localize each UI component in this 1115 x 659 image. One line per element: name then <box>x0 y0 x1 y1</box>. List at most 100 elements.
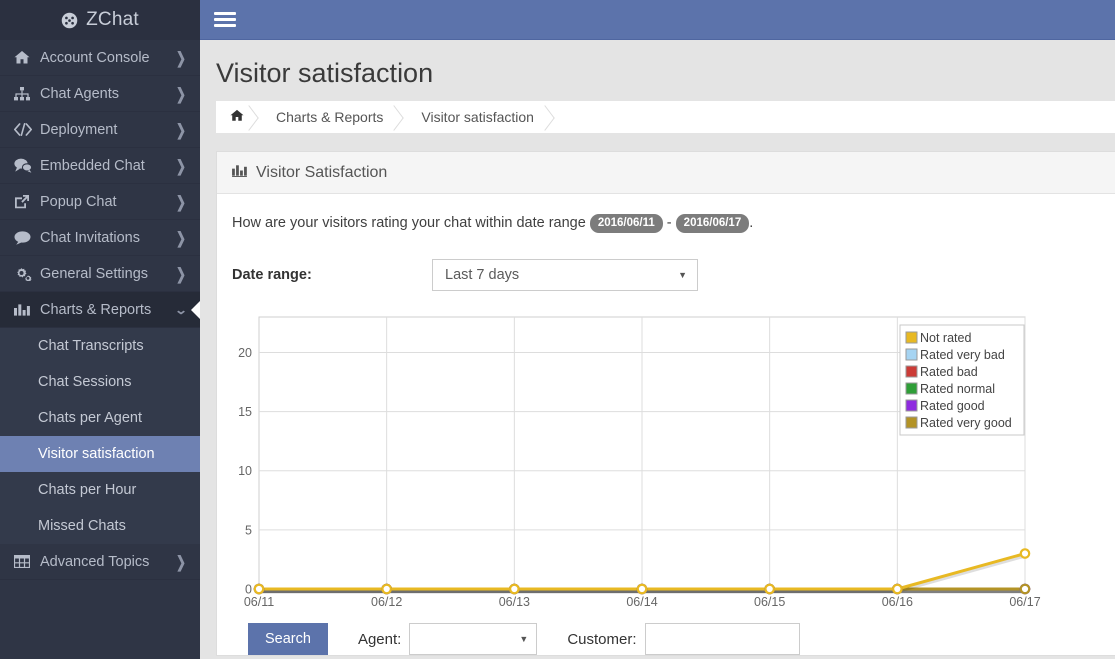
svg-text:Rated bad: Rated bad <box>920 365 978 379</box>
lead-before: How are your visitors rating your chat w… <box>232 215 586 231</box>
svg-text:Rated very good: Rated very good <box>920 416 1012 430</box>
comment-icon <box>14 230 36 245</box>
svg-text:06/13: 06/13 <box>499 595 530 609</box>
sidebar-item-chat-invitations[interactable]: Chat Invitations ❯ <box>0 220 200 256</box>
sidebar-item-popup-chat[interactable]: Popup Chat ❯ <box>0 184 200 220</box>
subnav-label: Visitor satisfaction <box>38 446 155 462</box>
table-icon <box>14 555 36 568</box>
panel-title: Visitor Satisfaction <box>256 163 388 181</box>
lead-text: How are your visitors rating your chat w… <box>232 210 1100 233</box>
svg-text:06/12: 06/12 <box>371 595 402 609</box>
date-range-label: Date range: <box>232 267 312 283</box>
svg-text:20: 20 <box>238 346 252 360</box>
sidebar: ZChat Account Console ❯ Chat Agents ❯ De… <box>0 0 200 659</box>
panel-header: Visitor Satisfaction <box>217 152 1115 194</box>
cogs-icon <box>14 266 36 281</box>
sidebar-item-deployment[interactable]: Deployment ❯ <box>0 112 200 148</box>
sidebar-item-label: Embedded Chat <box>40 157 145 174</box>
chevron-right-icon: ❯ <box>175 84 186 103</box>
subnav-label: Chat Transcripts <box>38 338 144 354</box>
chevron-right-icon: ❯ <box>175 156 186 175</box>
sidebar-item-embedded-chat[interactable]: Embedded Chat ❯ <box>0 148 200 184</box>
date-range-value: Last 7 days <box>445 267 520 283</box>
chevron-right-icon: ❯ <box>175 264 186 283</box>
svg-text:Not rated: Not rated <box>920 331 971 345</box>
sidebar-item-advanced-topics[interactable]: Advanced Topics ❯ <box>0 544 200 580</box>
visitor-satisfaction-chart: 0 5 10 15 20 06/11 06/12 06/13 06/14 06/15 06/16 06… <box>232 313 1100 613</box>
topbar <box>200 0 1115 40</box>
svg-text:06/15: 06/15 <box>754 595 785 609</box>
chevron-down-icon: ▼ <box>519 634 529 644</box>
breadcrumb-item-visitor-satisfaction[interactable]: Visitor satisfaction <box>405 101 556 133</box>
chevron-right-icon: ❯ <box>175 120 186 139</box>
chevron-right-icon: ❯ <box>175 552 186 571</box>
sidebar-item-chats-per-agent[interactable]: Chats per Agent <box>0 400 200 436</box>
sidebar-item-label: Deployment <box>40 121 118 138</box>
panel-body: How are your visitors rating your chat w… <box>217 194 1115 655</box>
hamburger-icon[interactable] <box>214 9 236 30</box>
customer-label: Customer: <box>567 630 637 648</box>
sidebar-submenu-charts-reports: Chat Transcripts Chat Sessions Chats per… <box>0 328 200 544</box>
breadcrumb-home[interactable] <box>216 101 260 133</box>
dashboard-icon <box>61 12 78 29</box>
sidebar-item-chat-agents[interactable]: Chat Agents ❯ <box>0 76 200 112</box>
sidebar-item-label: Chat Invitations <box>40 229 140 246</box>
sidebar-item-chat-transcripts[interactable]: Chat Transcripts <box>0 328 200 364</box>
subnav-label: Chats per Hour <box>38 482 137 498</box>
subnav-label: Chat Sessions <box>38 374 132 390</box>
lead-separator: - <box>666 215 672 231</box>
sidebar-item-label: Account Console <box>40 49 150 66</box>
sidebar-item-label: Charts & Reports <box>40 301 152 318</box>
svg-text:Rated normal: Rated normal <box>920 382 995 396</box>
date-range-select[interactable]: Last 7 days ▼ <box>432 259 698 291</box>
sidebar-item-label: Popup Chat <box>40 193 117 210</box>
app-root: ZChat Account Console ❯ Chat Agents ❯ De… <box>0 0 1115 659</box>
home-icon <box>230 109 244 125</box>
svg-text:15: 15 <box>238 405 252 419</box>
chart-canvas: 0510152006/11 06/12 06/13 06/14 06/15 06/16 06… <box>238 316 1041 609</box>
agent-select[interactable]: ▼ <box>409 623 538 655</box>
subnav-label: Chats per Agent <box>38 410 142 426</box>
sidebar-item-visitor-satisfaction[interactable]: Visitor satisfaction <box>0 436 200 472</box>
svg-text:10: 10 <box>238 464 252 478</box>
bar-chart-icon <box>14 303 36 317</box>
chevron-right-icon: ❯ <box>175 48 186 67</box>
breadcrumb: Charts & Reports Visitor satisfaction <box>216 101 1115 133</box>
breadcrumb-item-charts-reports[interactable]: Charts & Reports <box>260 101 405 133</box>
breadcrumb-label: Charts & Reports <box>276 109 384 125</box>
page-title: Visitor satisfaction <box>216 58 434 88</box>
svg-text:Rated good: Rated good <box>920 399 985 413</box>
code-icon <box>14 123 36 136</box>
brand-name: ZChat <box>86 9 139 30</box>
sidebar-item-label: Advanced Topics <box>40 553 150 570</box>
chevron-down-icon: ⌄ <box>174 302 188 317</box>
date-from-badge: 2016/06/11 <box>589 214 663 233</box>
sidebar-item-missed-chats[interactable]: Missed Chats <box>0 508 200 544</box>
search-form: Search Agent: ▼ Customer: <box>232 613 1100 655</box>
sidebar-item-label: General Settings <box>40 265 149 282</box>
chevron-down-icon: ▼ <box>678 270 687 280</box>
lead-after: . <box>749 215 754 231</box>
sidebar-item-general-settings[interactable]: General Settings ❯ <box>0 256 200 292</box>
sidebar-item-chats-per-hour[interactable]: Chats per Hour <box>0 472 200 508</box>
bar-chart-icon <box>232 164 247 182</box>
chevron-right-icon: ❯ <box>175 228 186 247</box>
customer-input[interactable] <box>644 623 800 655</box>
sidebar-item-charts-reports[interactable]: Charts & Reports ⌄ <box>0 292 200 328</box>
main-content: Visitor satisfaction Charts & Reports Vi… <box>200 0 1115 659</box>
agent-label: Agent: <box>357 630 402 648</box>
home-icon <box>14 50 36 65</box>
search-button[interactable]: Search <box>248 623 328 655</box>
breadcrumb-label: Visitor satisfaction <box>421 109 534 125</box>
sidebar-item-label: Chat Agents <box>40 85 119 102</box>
subnav-label: Missed Chats <box>38 518 126 534</box>
svg-text:5: 5 <box>245 523 252 537</box>
sidebar-item-account-console[interactable]: Account Console ❯ <box>0 40 200 76</box>
brand[interactable]: ZChat <box>0 0 200 40</box>
chevron-right-icon: ❯ <box>175 192 186 211</box>
sidebar-item-chat-sessions[interactable]: Chat Sessions <box>0 364 200 400</box>
date-to-badge: 2016/06/17 <box>675 214 750 233</box>
svg-text:06/11: 06/11 <box>244 595 274 609</box>
visitor-satisfaction-panel: Visitor Satisfaction How are your visito… <box>216 151 1115 656</box>
date-range-row: Date range: Last 7 days ▼ <box>232 259 1100 291</box>
